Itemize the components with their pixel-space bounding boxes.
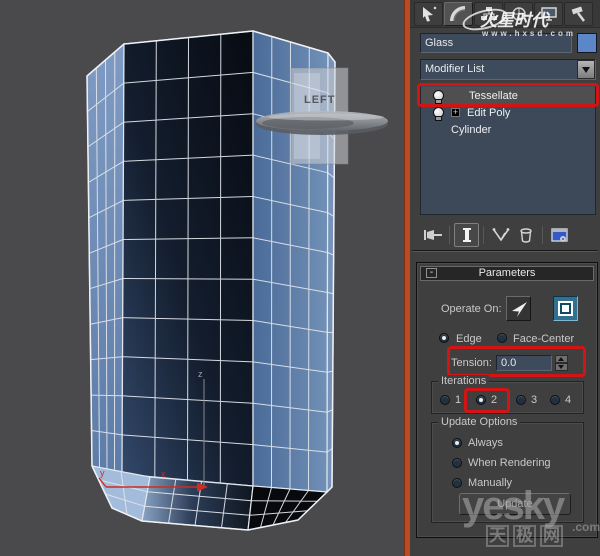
- modify-bend-icon: [449, 6, 465, 22]
- modifier-list-dropdown[interactable]: Modifier List: [420, 59, 596, 80]
- iterations-group: Iterations 1 2 3 4: [431, 375, 584, 414]
- polygon-square-icon: [558, 301, 573, 316]
- modifier-stack: Tessellate + Edit Poly Cylinder: [420, 85, 596, 215]
- iterations-1-radio[interactable]: [440, 395, 450, 405]
- pin-icon: [423, 229, 442, 240]
- command-panel-tabs: [410, 0, 600, 28]
- tension-spinner[interactable]: [554, 354, 568, 371]
- make-unique-icon: [492, 227, 509, 241]
- update-options-group: Update Options Always When Rendering Man…: [431, 416, 584, 523]
- modifier-list-label: Modifier List: [425, 63, 485, 75]
- x-axis-label: x: [161, 469, 166, 479]
- tab-hierarchy[interactable]: [474, 2, 503, 26]
- iterations-3-radio[interactable]: [516, 395, 526, 405]
- tab-display[interactable]: [534, 2, 563, 26]
- expand-plus-icon[interactable]: +: [451, 108, 460, 117]
- iterations-2-radio[interactable]: [476, 395, 486, 405]
- tab-utilities[interactable]: [564, 2, 593, 26]
- tab-create[interactable]: [414, 2, 443, 26]
- stack-item-cylinder[interactable]: Cylinder: [421, 121, 595, 138]
- iterations-2-label: 2: [491, 394, 498, 406]
- modifier-enabled-bulb-icon[interactable]: [433, 106, 444, 121]
- toolbar-separator: [542, 225, 543, 244]
- face-center-radio-label: Face-Center: [513, 333, 575, 345]
- when-rendering-radio[interactable]: [452, 458, 462, 468]
- object-color-swatch[interactable]: [577, 33, 597, 53]
- spinner-down-button[interactable]: [554, 362, 568, 371]
- stack-item-edit-poly[interactable]: + Edit Poly: [421, 104, 595, 121]
- operate-on-polygon-button[interactable]: [553, 296, 578, 321]
- iterations-4-radio[interactable]: [550, 395, 560, 405]
- scene-svg: LEFT z x y: [86, 30, 388, 531]
- face-triangle-icon: [511, 301, 527, 317]
- object-name-field[interactable]: Glass: [420, 33, 572, 53]
- stack-toolbar: [420, 221, 598, 248]
- hierarchy-icon: [480, 7, 497, 20]
- iterations-4-label: 4: [565, 394, 572, 406]
- display-monitor-icon: [540, 7, 557, 21]
- iterations-group-label: Iterations: [438, 375, 490, 387]
- command-panel: Glass Modifier List Tessellate + Edit Po…: [410, 0, 600, 556]
- iterations-3-label: 3: [531, 394, 538, 406]
- stack-item-label: Edit Poly: [467, 106, 511, 119]
- modifier-enabled-bulb-icon[interactable]: [433, 89, 444, 104]
- trash-icon: [519, 227, 532, 243]
- parameters-rollout: - Parameters Operate On: Edge Face-Cente…: [416, 262, 598, 538]
- chevron-down-icon: [582, 66, 590, 73]
- remove-modifier-button[interactable]: [513, 223, 538, 247]
- collapse-minus-icon[interactable]: -: [426, 268, 437, 278]
- manually-radio[interactable]: [452, 478, 462, 488]
- viewport-left[interactable]: LEFT z x y: [0, 0, 404, 556]
- tab-modify[interactable]: [444, 2, 473, 26]
- tension-label: Tension:: [451, 356, 492, 369]
- app-window: LEFT z x y Glass Modifier List Tessellat…: [0, 0, 600, 556]
- create-arrow-icon: [422, 6, 436, 22]
- iterations-1-label: 1: [455, 394, 462, 406]
- manually-label: Manually: [468, 477, 513, 489]
- show-end-result-button[interactable]: [454, 222, 479, 247]
- utilities-hammer-icon: [571, 6, 585, 22]
- configure-modifier-sets-button[interactable]: [547, 223, 572, 247]
- update-button[interactable]: Update: [459, 493, 571, 515]
- glass-disc-object[interactable]: [256, 111, 388, 135]
- triangle-down-icon: [558, 364, 565, 369]
- edge-radio[interactable]: [439, 333, 449, 343]
- motion-wheel-icon: [511, 7, 526, 21]
- parameters-rollout-header[interactable]: - Parameters: [420, 266, 594, 281]
- operate-on-face-button[interactable]: [506, 296, 531, 321]
- stack-item-label: Tessellate: [469, 89, 518, 102]
- configure-sets-icon: [550, 227, 568, 242]
- triangle-up-icon: [558, 356, 565, 361]
- when-rendering-label: When Rendering: [468, 457, 551, 469]
- operate-on-label: Operate On:: [441, 303, 502, 315]
- face-center-radio[interactable]: [497, 333, 507, 343]
- always-radio[interactable]: [452, 438, 462, 448]
- spinner-up-button[interactable]: [554, 354, 568, 363]
- tension-row: Tension: 0.0: [451, 349, 582, 376]
- stack-item-label: Cylinder: [451, 123, 492, 136]
- panel-groove-divider: [412, 250, 598, 252]
- pin-stack-button[interactable]: [420, 223, 445, 247]
- update-options-group-label: Update Options: [438, 416, 521, 428]
- parameters-rollout-title: Parameters: [478, 267, 536, 279]
- toolbar-separator: [483, 225, 484, 244]
- make-unique-button[interactable]: [488, 223, 513, 247]
- toolbar-separator: [449, 225, 450, 244]
- always-label: Always: [468, 437, 503, 449]
- viewport-object-label: LEFT: [304, 94, 336, 106]
- show-end-result-icon: [462, 227, 471, 242]
- y-axis-label: y: [100, 468, 105, 478]
- z-axis-label: z: [198, 369, 203, 379]
- tension-input[interactable]: 0.0: [495, 354, 552, 371]
- modifier-list-arrow-button[interactable]: [577, 60, 595, 79]
- stack-item-tessellate[interactable]: Tessellate: [421, 87, 595, 104]
- tab-motion[interactable]: [504, 2, 533, 26]
- edge-radio-label: Edge: [456, 333, 482, 345]
